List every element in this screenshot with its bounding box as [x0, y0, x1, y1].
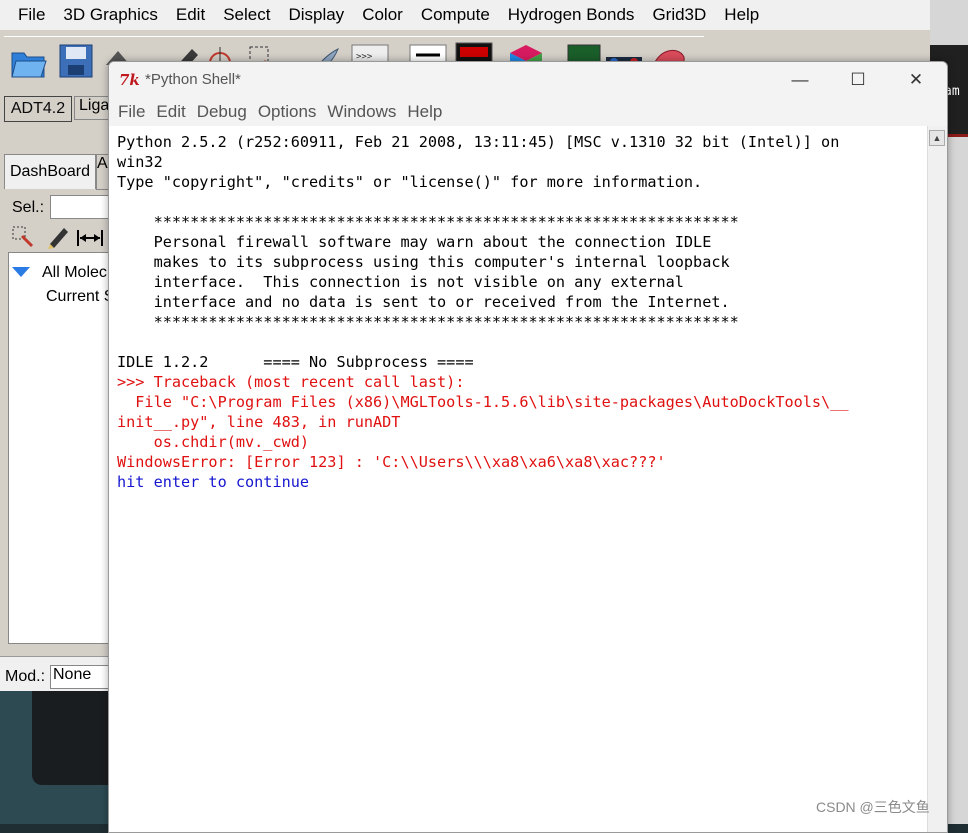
adt-menu-grid3d[interactable]: Grid3D: [652, 5, 706, 25]
mod-label: Mod.:: [5, 668, 46, 685]
adt-menu-hydrogen-bonds[interactable]: Hydrogen Bonds: [508, 5, 635, 25]
shell-menu-options[interactable]: Options: [258, 102, 317, 122]
vertical-scrollbar[interactable]: [927, 126, 947, 832]
selection-label: Sel.:: [12, 199, 45, 216]
tree-item-all-molecules[interactable]: All Molec: [42, 264, 107, 282]
adt-menu-file[interactable]: File: [18, 5, 45, 25]
shell-line: ****************************************…: [117, 313, 739, 331]
tree-item-current-selection[interactable]: Current S: [46, 288, 114, 306]
shell-menu-file[interactable]: File: [118, 102, 145, 122]
shell-text-area[interactable]: Python 2.5.2 (r252:60911, Feb 21 2008, 1…: [109, 126, 929, 832]
shell-line: File "C:\Program Files (x86)\MGLTools-1.…: [117, 393, 849, 411]
tab-adt[interactable]: ADT4.2: [4, 96, 72, 122]
shell-line: IDLE 1.2.2 ==== No Subprocess ====: [117, 353, 474, 371]
shell-line: interface and no data is sent to or rece…: [117, 293, 730, 311]
shell-title: *Python Shell*: [145, 71, 241, 88]
background-accent-line: [948, 134, 968, 137]
shell-menu-help[interactable]: Help: [407, 102, 442, 122]
shell-line: Type "copyright", "credits" or "license(…: [117, 173, 703, 191]
watermark: CSDN @三色文鱼: [816, 799, 930, 815]
shell-line: init__.py", line 483, in runADT: [117, 413, 401, 431]
save-icon[interactable]: [56, 41, 96, 81]
adt-menu-color[interactable]: Color: [362, 5, 403, 25]
adt-menu-display[interactable]: Display: [288, 5, 344, 25]
open-folder-icon[interactable]: [8, 41, 48, 81]
mod-field[interactable]: None: [50, 665, 110, 689]
pencil-small-icon[interactable]: [46, 224, 72, 250]
adt-menu-select[interactable]: Select: [223, 5, 270, 25]
adt-menu-edit[interactable]: Edit: [176, 5, 205, 25]
shell-line: Personal firewall software may warn abou…: [117, 233, 712, 251]
molecule-tree: [8, 252, 112, 644]
shell-line: os.chdir(mv._cwd): [117, 433, 310, 451]
shell-line: hit enter to continue: [117, 473, 310, 491]
minimize-button[interactable]: —: [771, 62, 829, 98]
selection-input[interactable]: [50, 195, 112, 219]
shell-menu-windows[interactable]: Windows: [327, 102, 396, 122]
adt-menu-compute[interactable]: Compute: [421, 5, 490, 25]
close-button[interactable]: ✕: [887, 62, 945, 98]
shell-menubar: File Edit Debug Options Windows Help: [109, 98, 947, 126]
select-molecule-icon[interactable]: [12, 226, 34, 248]
shell-titlebar[interactable]: 7k *Python Shell* — ☐ ✕: [109, 62, 947, 98]
shell-line: Python 2.5.2 (r252:60911, Feb 21 2008, 1…: [117, 133, 840, 151]
scroll-up-icon[interactable]: ▲: [929, 130, 945, 146]
shell-menu-debug[interactable]: Debug: [197, 102, 247, 122]
tab-dashboard[interactable]: DashBoard: [4, 154, 96, 189]
shell-menu-edit[interactable]: Edit: [156, 102, 185, 122]
distance-icon[interactable]: [76, 228, 104, 248]
background-window: [32, 690, 110, 785]
maximize-button[interactable]: ☐: [829, 62, 887, 98]
shell-line: ****************************************…: [117, 213, 739, 231]
adt-menu-3d-graphics[interactable]: 3D Graphics: [63, 5, 157, 25]
python-shell-window: 7k *Python Shell* — ☐ ✕ File Edit Debug …: [108, 61, 948, 833]
adt-menubar: File 3D Graphics Edit Select Display Col…: [0, 0, 930, 30]
tk-logo-icon: 7k: [119, 71, 140, 89]
shell-line: win32: [117, 153, 163, 171]
shell-line: interface. This connection is not visibl…: [117, 273, 684, 291]
shell-line: >>> Traceback (most recent call last):: [117, 373, 465, 391]
adt-menu-help[interactable]: Help: [724, 5, 759, 25]
shell-line: WindowsError: [Error 123] : 'C:\\Users\\…: [117, 453, 666, 471]
expand-triangle-icon[interactable]: [12, 267, 30, 277]
shell-line: makes to its subprocess using this compu…: [117, 253, 730, 271]
